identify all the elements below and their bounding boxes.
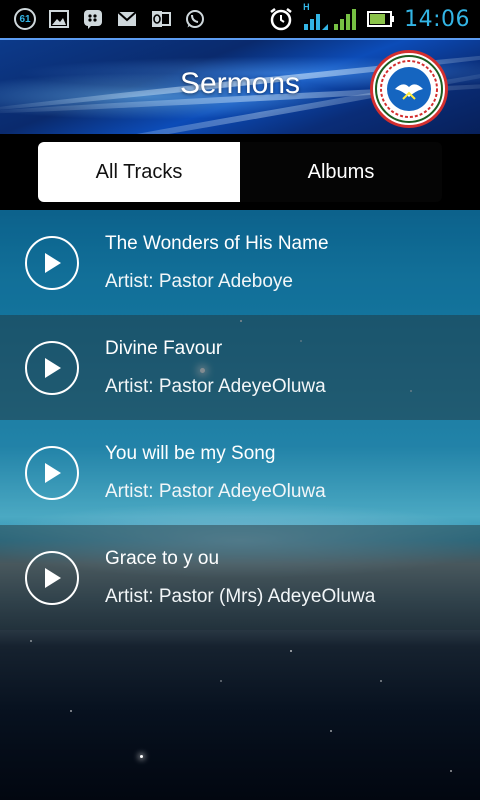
track-artist: Artist: Pastor AdeyeOluwa bbox=[105, 376, 326, 397]
track-artist: Artist: Pastor AdeyeOluwa bbox=[105, 481, 326, 502]
track-title: The Wonders of His Name bbox=[105, 233, 329, 254]
tab-albums[interactable]: Albums bbox=[240, 142, 442, 202]
tab-bar: All Tracks Albums bbox=[0, 134, 480, 210]
play-button[interactable] bbox=[25, 341, 79, 395]
notification-count-badge: 61 bbox=[14, 8, 36, 30]
play-icon bbox=[45, 253, 61, 273]
track-title: Grace to y ou bbox=[105, 548, 220, 569]
play-icon bbox=[45, 568, 61, 588]
track-artist: Artist: Pastor (Mrs) AdeyeOluwa bbox=[105, 586, 376, 607]
play-icon bbox=[45, 463, 61, 483]
rccg-logo-icon bbox=[375, 55, 443, 123]
play-button[interactable] bbox=[25, 236, 79, 290]
star-decoration bbox=[330, 730, 332, 732]
track-title: Divine Favour bbox=[105, 338, 223, 359]
play-icon bbox=[45, 358, 61, 378]
alarm-icon bbox=[268, 6, 294, 32]
list-item[interactable]: Grace to y ou Artist: Pastor (Mrs) Adeye… bbox=[0, 525, 480, 630]
star-decoration bbox=[290, 650, 292, 652]
status-bar: 61 H 14:06 bbox=[0, 0, 480, 38]
notification-icons: 61 bbox=[0, 8, 206, 30]
track-title: You will be my Song bbox=[105, 443, 276, 464]
tab-all-tracks[interactable]: All Tracks bbox=[38, 142, 240, 202]
play-button[interactable] bbox=[25, 551, 79, 605]
system-icons: H 14:06 bbox=[268, 2, 480, 34]
segmented-control: All Tracks Albums bbox=[38, 142, 442, 202]
status-clock: 14:06 bbox=[404, 6, 470, 32]
outlook-icon bbox=[150, 8, 172, 30]
list-item[interactable]: Divine Favour Artist: Pastor AdeyeOluwa bbox=[0, 315, 480, 420]
play-button[interactable] bbox=[25, 446, 79, 500]
star-decoration bbox=[140, 755, 143, 758]
star-decoration bbox=[220, 680, 222, 682]
track-list: The Wonders of His Name Artist: Pastor A… bbox=[0, 210, 480, 800]
image-icon bbox=[48, 8, 70, 30]
whatsapp-icon bbox=[184, 8, 206, 30]
list-item[interactable]: The Wonders of His Name Artist: Pastor A… bbox=[0, 210, 480, 315]
mail-icon bbox=[116, 8, 138, 30]
network-type-label: H bbox=[303, 2, 310, 12]
signal-icon: H bbox=[302, 2, 358, 34]
star-decoration bbox=[70, 710, 72, 712]
battery-icon bbox=[366, 8, 396, 30]
church-logo bbox=[370, 50, 448, 128]
star-decoration bbox=[30, 640, 32, 642]
list-item[interactable]: You will be my Song Artist: Pastor Adeye… bbox=[0, 420, 480, 525]
star-decoration bbox=[380, 680, 382, 682]
track-artist: Artist: Pastor Adeboye bbox=[105, 271, 293, 292]
star-decoration bbox=[450, 770, 452, 772]
bbm-icon bbox=[82, 8, 104, 30]
app-header: Sermons bbox=[0, 38, 480, 134]
